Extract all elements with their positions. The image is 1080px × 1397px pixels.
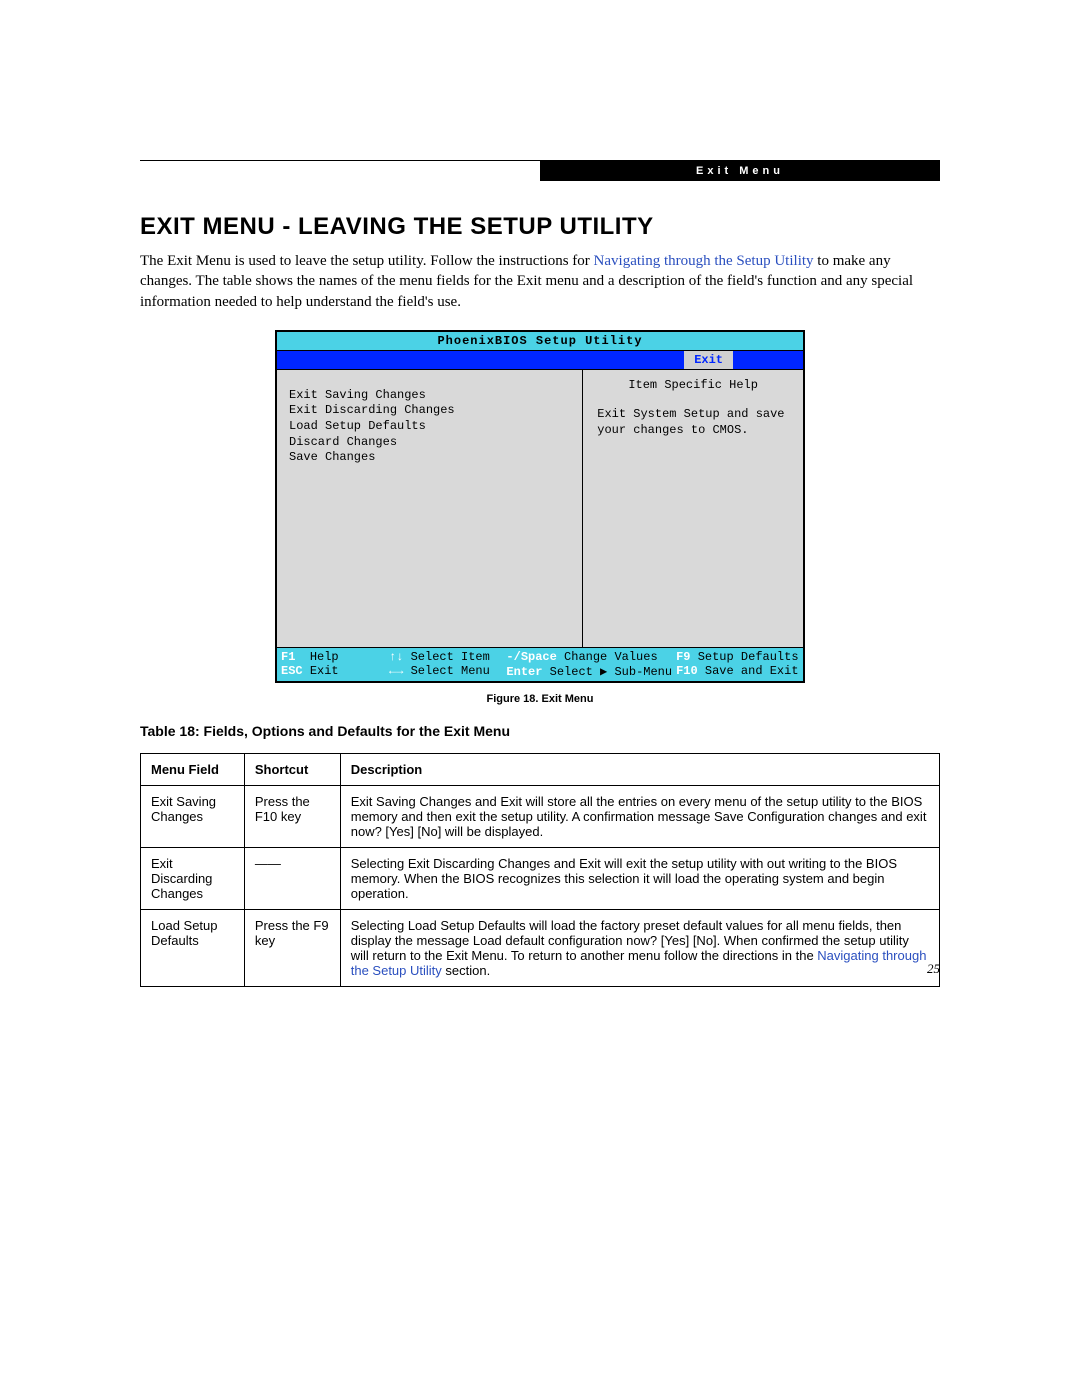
table-row: Exit Discarding Changes —— Selecting Exi…: [141, 847, 940, 909]
header-bar: Exit Menu: [140, 163, 940, 185]
footer-cell: F9 Setup Defaults: [676, 650, 799, 664]
footer-cell: ↑↓ Select Item: [389, 650, 502, 664]
footer-cell: Enter Select ▶ Sub-Menu: [506, 664, 672, 679]
page-number: 25: [927, 961, 940, 977]
cell-desc: Selecting Load Setup Defaults will load …: [340, 909, 939, 986]
desc-post: section.: [442, 963, 490, 978]
figure-caption: Figure 18. Exit Menu: [140, 693, 940, 705]
page-title: Exit Menu - Leaving the Setup Utility: [140, 213, 940, 241]
bios-footer: F1 Help ↑↓ Select Item -/Space Change Va…: [277, 647, 803, 681]
cell-shortcut: Press the F9 key: [244, 909, 340, 986]
footer-cell: ESC Exit: [281, 664, 385, 679]
footer-cell: F10 Save and Exit: [676, 664, 799, 679]
cell-menu: Exit Discarding Changes: [141, 847, 245, 909]
intro-paragraph: The Exit Menu is used to leave the setup…: [140, 251, 940, 312]
cell-desc: Exit Saving Changes and Exit will store …: [340, 785, 939, 847]
footer-cell: F1 Help: [281, 650, 385, 664]
cell-shortcut: Press the F10 key: [244, 785, 340, 847]
bios-main: Exit Saving Changes Exit Discarding Chan…: [277, 369, 803, 647]
bios-title-bar: PhoenixBIOS Setup Utility: [277, 332, 803, 351]
table-row: Load Setup Defaults Press the F9 key Sel…: [141, 909, 940, 986]
bios-menu-item[interactable]: Exit Saving Changes: [289, 388, 570, 404]
section-tag: Exit Menu: [540, 161, 940, 181]
bios-menu-item[interactable]: Save Changes: [289, 450, 570, 466]
bios-help-panel: Item Specific Help Exit System Setup and…: [583, 370, 803, 647]
cell-menu: Load Setup Defaults: [141, 909, 245, 986]
fields-table: Menu Field Shortcut Description Exit Sav…: [140, 753, 940, 987]
bios-menu-item[interactable]: Discard Changes: [289, 435, 570, 451]
bios-figure: PhoenixBIOS Setup Utility Exit Exit Savi…: [275, 330, 805, 683]
bios-menu-item[interactable]: Load Setup Defaults: [289, 419, 570, 435]
th-menu: Menu Field: [141, 753, 245, 785]
cell-desc: Selecting Exit Discarding Changes and Ex…: [340, 847, 939, 909]
bios-help-text: Exit System Setup and save your changes …: [583, 406, 803, 438]
table-title: Table 18: Fields, Options and Defaults f…: [140, 723, 940, 739]
th-shortcut: Shortcut: [244, 753, 340, 785]
cell-menu: Exit Saving Changes: [141, 785, 245, 847]
bios-help-title: Item Specific Help: [583, 370, 803, 406]
nav-link[interactable]: Navigating through the Setup Utility: [594, 253, 814, 269]
footer-cell: ←→ Select Menu: [389, 664, 502, 679]
bios-menu-list: Exit Saving Changes Exit Discarding Chan…: [277, 370, 583, 647]
bios-menu-item[interactable]: Exit Discarding Changes: [289, 403, 570, 419]
intro-text-1: The Exit Menu is used to leave the setup…: [140, 253, 594, 269]
bios-tab-exit[interactable]: Exit: [684, 351, 733, 369]
table-row: Exit Saving Changes Press the F10 key Ex…: [141, 785, 940, 847]
th-description: Description: [340, 753, 939, 785]
bios-tab-bar: Exit: [277, 351, 803, 369]
footer-cell: -/Space Change Values: [506, 650, 672, 664]
cell-shortcut: ——: [244, 847, 340, 909]
table-header-row: Menu Field Shortcut Description: [141, 753, 940, 785]
